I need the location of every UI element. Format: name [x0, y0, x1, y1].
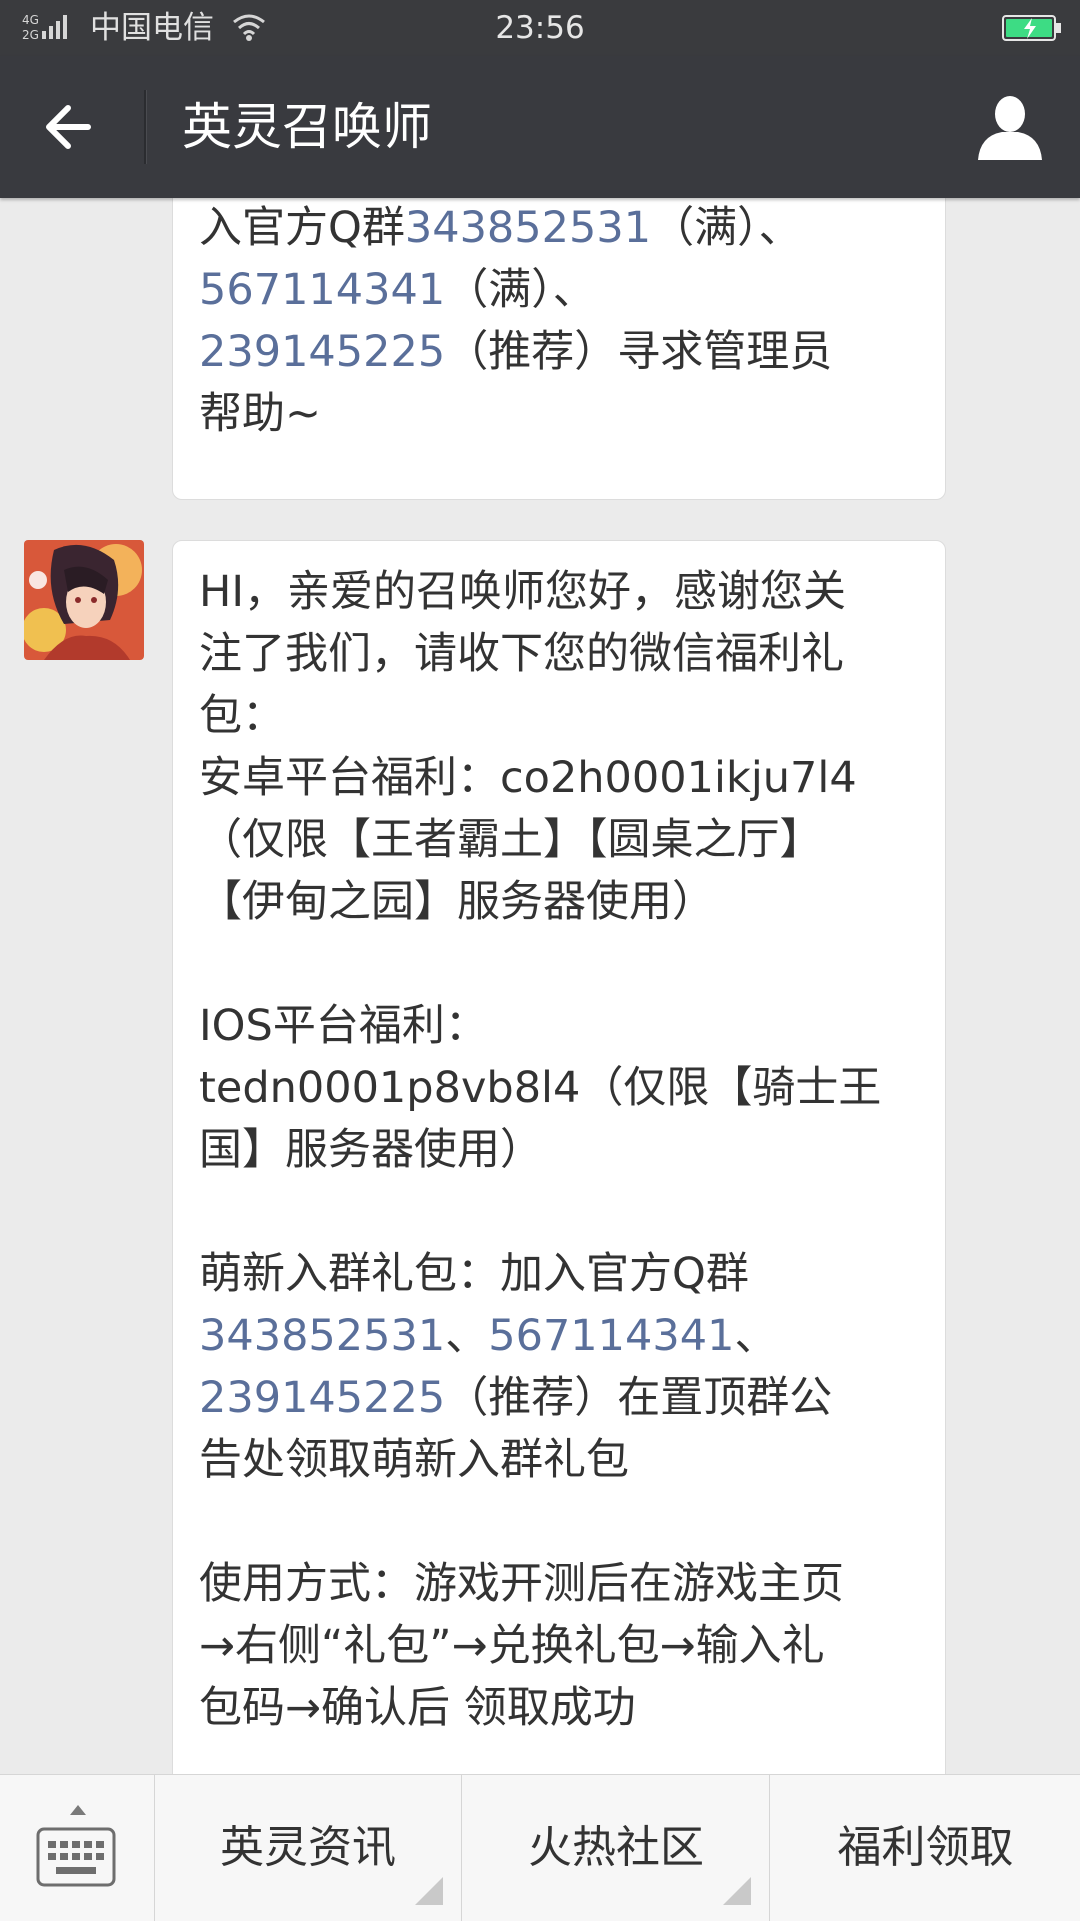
qq-group-link[interactable]: 343852531 — [405, 203, 651, 253]
message-line: 萌新入群礼包：加入官方Q群 — [199, 1243, 919, 1305]
avatar-image — [24, 540, 144, 660]
message-text: 安卓平台福利：co2h0001ikju7l4 — [199, 753, 857, 803]
message-line: 239145225（推荐）寻求管理员 — [199, 321, 919, 383]
message-line: 帮助~ — [199, 383, 919, 445]
message-text: tedn0001p8vb8l4（仅限【骑士王 — [199, 1063, 882, 1113]
message-text: 、 — [734, 1311, 778, 1361]
message-line: （仅限【王者霸土】【圆桌之厅】 — [199, 809, 919, 871]
clock: 23:56 — [495, 10, 585, 46]
message-text: 注了我们，请收下您的微信福利礼 — [199, 629, 844, 679]
message-line — [199, 1181, 919, 1243]
message-text: 萌新入群礼包：加入官方Q群 — [199, 1249, 749, 1299]
message-line: 包： — [199, 685, 919, 747]
message-text: （推荐）在置顶群公 — [445, 1373, 833, 1423]
chevron-up-icon — [70, 1805, 86, 1815]
bottom-menu-bar: 英灵资讯 火热社区 福利领取 — [0, 1774, 1080, 1921]
message-text: （满）、 — [445, 265, 596, 315]
submenu-indicator-icon — [415, 1877, 443, 1905]
message-line: 告处领取萌新入群礼包 — [199, 1429, 919, 1491]
avatar[interactable] — [24, 540, 144, 660]
message-line: 【伊甸之园】服务器使用） — [199, 871, 919, 933]
message-line: IOS平台福利： — [199, 995, 919, 1057]
message-line: 安卓平台福利：co2h0001ikju7l4 — [199, 747, 919, 809]
message-line — [199, 933, 919, 995]
message-line: 使用方式：游戏开测后在游戏主页 — [199, 1553, 919, 1615]
submenu-indicator-icon — [723, 1877, 751, 1905]
battery-charging-icon — [1002, 15, 1061, 41]
menu-community-label: 火热社区 — [528, 1822, 704, 1873]
qq-group-link[interactable]: 343852531 — [199, 1311, 445, 1361]
message-line: HI，亲爱的召唤师您好，感谢您关 — [199, 561, 919, 623]
message-text: 使用方式：游戏开测后在游戏主页 — [199, 1559, 844, 1609]
menu-news-label: 英灵资讯 — [220, 1822, 396, 1873]
message-text: 、 — [445, 1311, 489, 1361]
person-icon[interactable] — [972, 90, 1048, 166]
message-text: 包码→确认后 领取成功 — [199, 1683, 636, 1733]
message-text: →右侧“礼包”→兑换礼包→输入礼 — [199, 1621, 825, 1671]
chat-area[interactable]: 小伙伴们若有问题的话也可以加入官方Q群343852531（满）、56711434… — [0, 198, 1080, 1774]
message-line: →右侧“礼包”→兑换礼包→输入礼 — [199, 1615, 919, 1677]
message-text: 帮助~ — [199, 389, 322, 439]
title-divider — [144, 90, 147, 164]
message-line: 239145225（推荐）在置顶群公 — [199, 1367, 919, 1429]
message-line: 包码→确认后 领取成功 — [199, 1677, 919, 1739]
message-text: HI，亲爱的召唤师您好，感谢您关 — [199, 567, 847, 617]
menu-benefits-label: 福利领取 — [837, 1822, 1014, 1873]
message-text: 包： — [199, 691, 285, 741]
message-line: 国】服务器使用） — [199, 1119, 919, 1181]
menu-benefits[interactable]: 福利领取 — [771, 1775, 1080, 1921]
keyboard-toggle-button[interactable] — [0, 1775, 155, 1921]
menu-community[interactable]: 火热社区 — [463, 1775, 770, 1921]
back-arrow-icon[interactable] — [36, 92, 106, 162]
message-line: 343852531、567114341、 — [199, 1305, 919, 1367]
message-bubble[interactable]: 小伙伴们若有问题的话也可以加入官方Q群343852531（满）、56711434… — [172, 198, 946, 500]
page-title: 英灵召唤师 — [182, 98, 432, 156]
qq-group-link[interactable]: 567114341 — [488, 1311, 734, 1361]
message-text: IOS平台福利： — [199, 1001, 488, 1051]
message-text: 告处领取萌新入群礼包 — [199, 1435, 629, 1485]
message-line: 注了我们，请收下您的微信福利礼 — [199, 623, 919, 685]
message-text: 入官方Q群 — [199, 203, 405, 253]
message-text: （仅限【王者霸土】【圆桌之厅】 — [199, 815, 823, 865]
message-line: 567114341（满）、 — [199, 259, 919, 321]
qq-group-link[interactable]: 567114341 — [199, 265, 445, 315]
keyboard-icon — [36, 1827, 116, 1887]
message-text: 【伊甸之园】服务器使用） — [199, 877, 715, 927]
message-text: 国】服务器使用） — [199, 1125, 543, 1175]
message-text: （满）、 — [651, 203, 802, 253]
status-bar: 4G 2G 中国电信 23:56 — [0, 0, 1080, 56]
message-line — [199, 1491, 919, 1553]
qq-group-link[interactable]: 239145225 — [199, 327, 445, 377]
title-bar: 英灵召唤师 — [0, 56, 1080, 198]
message-line: 入官方Q群343852531（满）、 — [199, 198, 919, 259]
menu-news[interactable]: 英灵资讯 — [155, 1775, 462, 1921]
message-line: tedn0001p8vb8l4（仅限【骑士王 — [199, 1057, 919, 1119]
qq-group-link[interactable]: 239145225 — [199, 1373, 445, 1423]
message-text: （推荐）寻求管理员 — [445, 327, 833, 377]
message-bubble[interactable]: HI，亲爱的召唤师您好，感谢您关 注了我们，请收下您的微信福利礼 包： 安卓平台福利：… — [172, 540, 946, 1774]
